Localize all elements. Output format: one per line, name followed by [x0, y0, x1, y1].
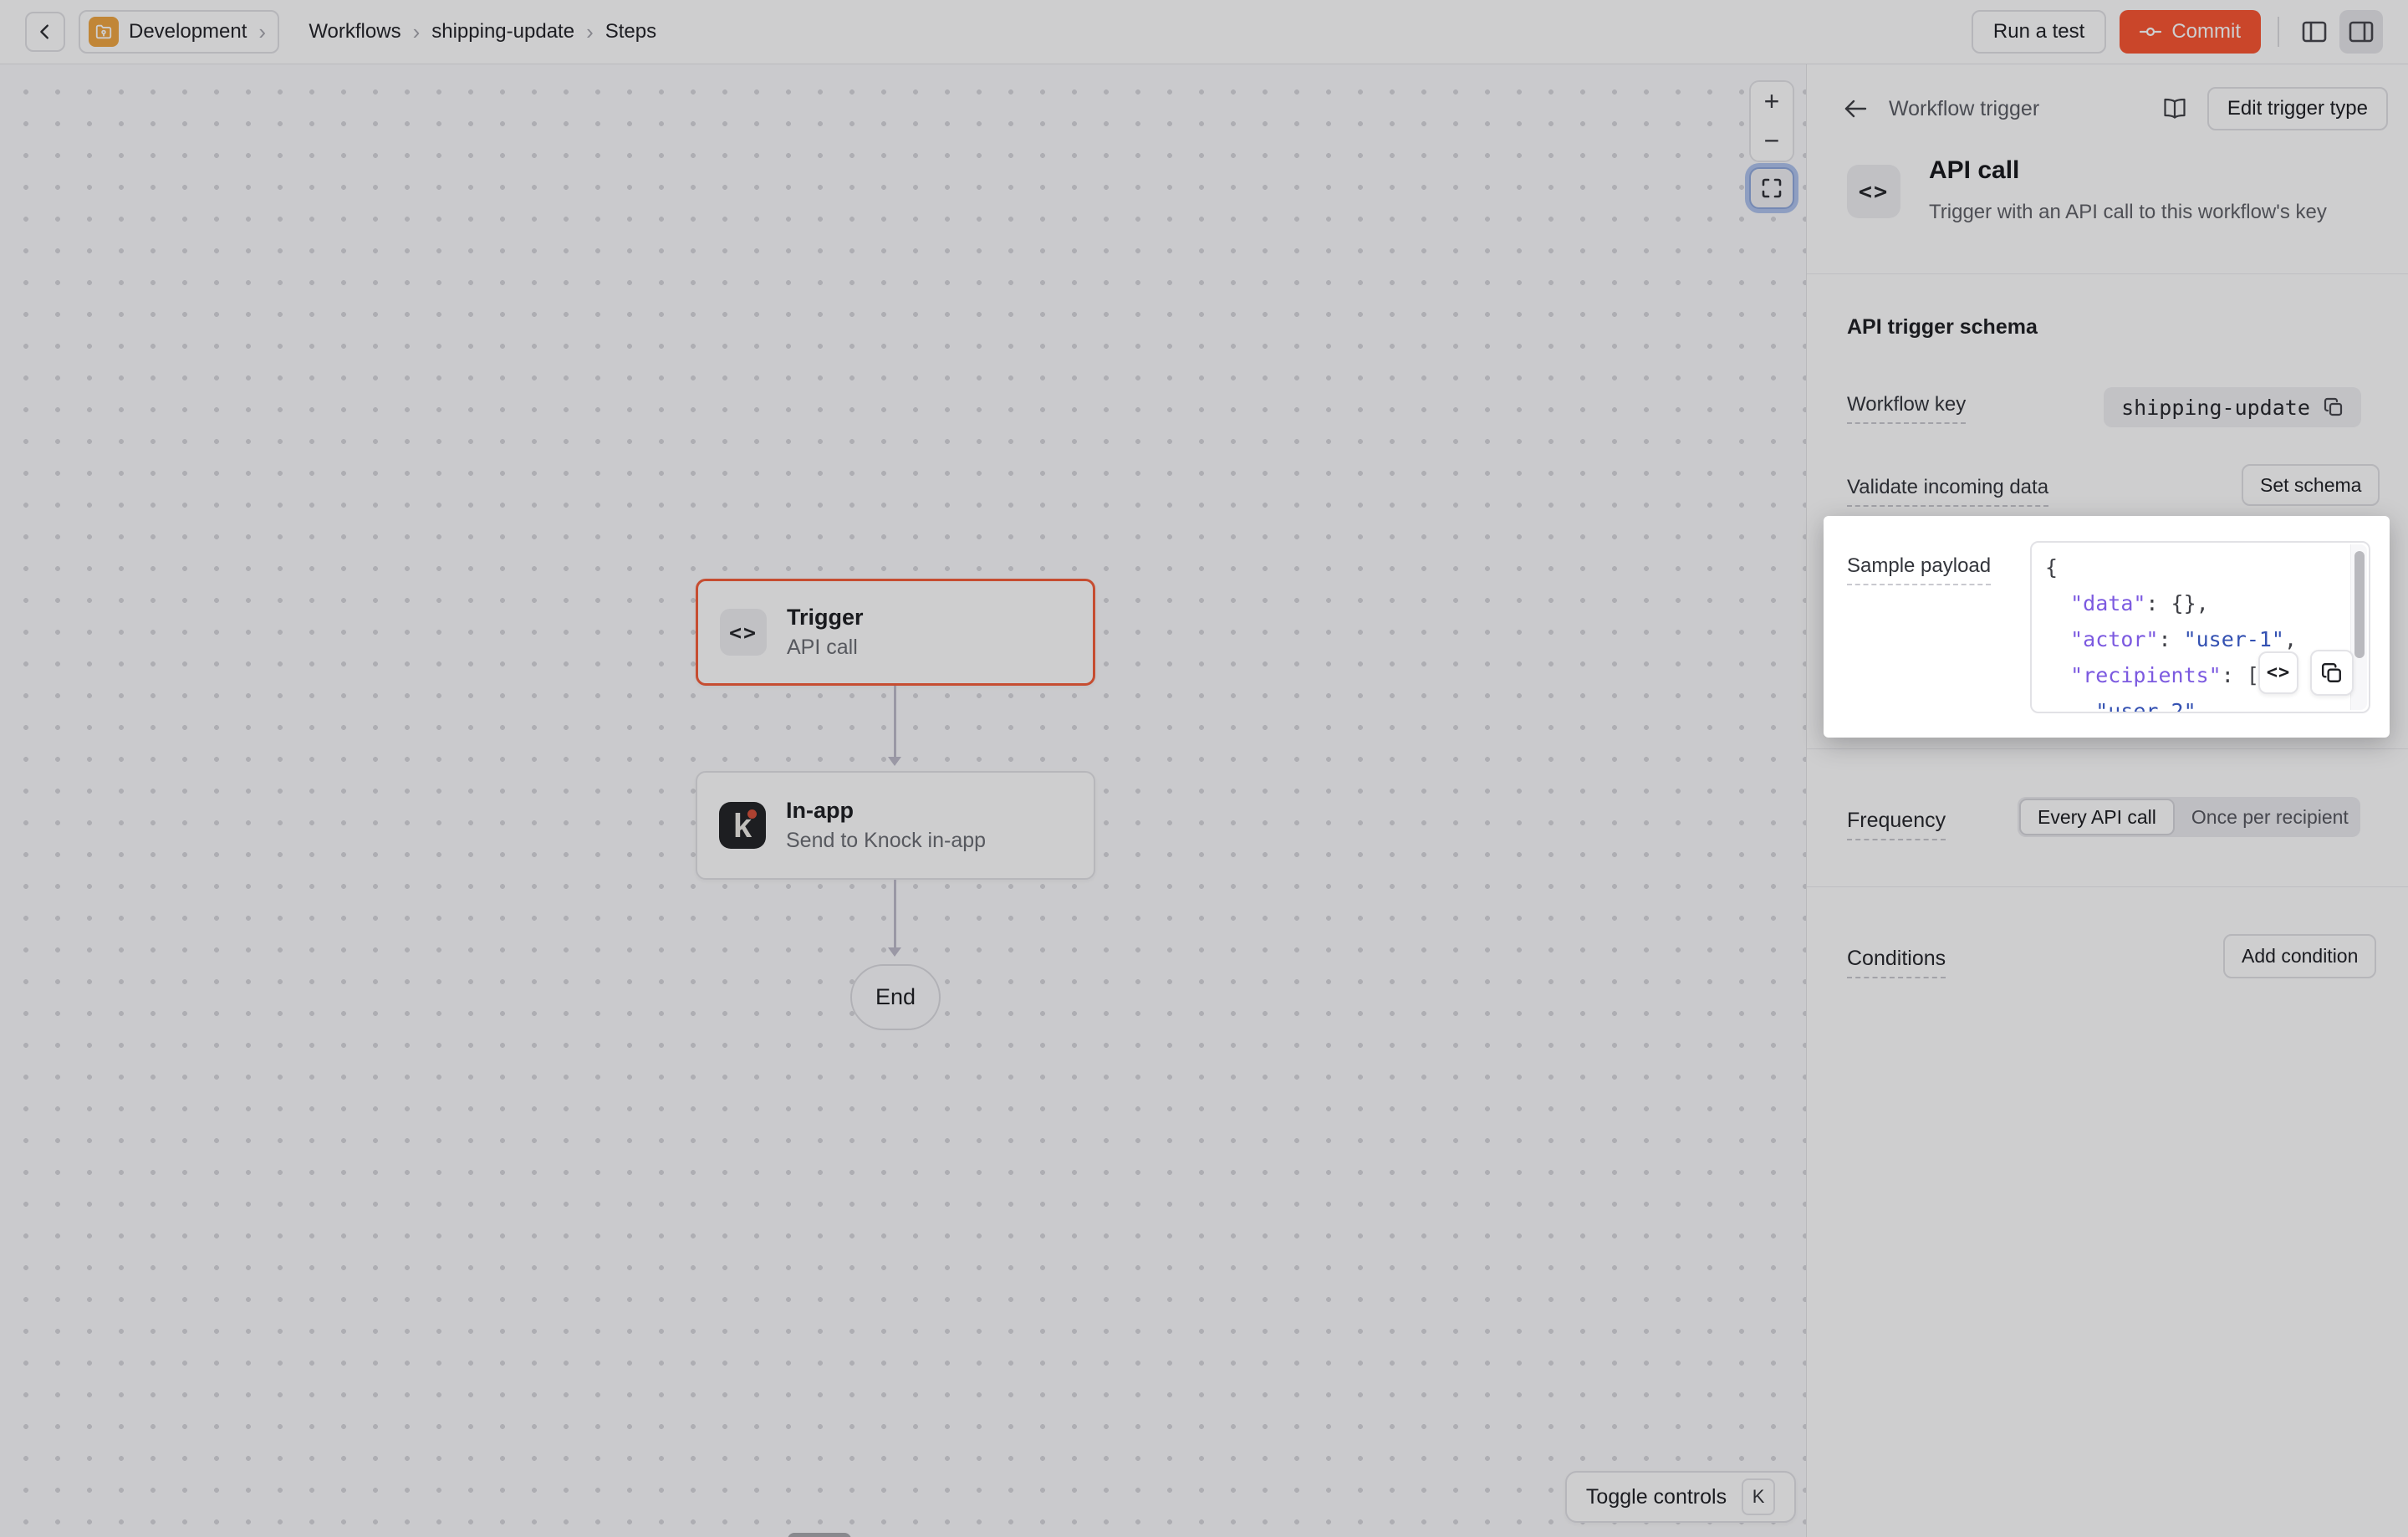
- copy-icon: [2321, 662, 2343, 684]
- edge-arrowhead: [888, 757, 901, 766]
- api-call-icon: <>: [1847, 165, 1900, 218]
- editor-scrollbar-thumb[interactable]: [2354, 551, 2365, 658]
- environment-switcher[interactable]: Development ›: [79, 10, 279, 54]
- workflow-canvas[interactable]: + − <> Trigger API call k In-app: [0, 64, 1806, 1537]
- toggle-right-panel-button[interactable]: [2339, 10, 2383, 54]
- frequency-label: Frequency: [1847, 809, 1946, 840]
- breadcrumb-steps: Steps: [605, 20, 656, 43]
- end-node: End: [850, 964, 941, 1030]
- add-condition-button[interactable]: Add condition: [2223, 934, 2376, 978]
- edit-code-button[interactable]: <>: [2258, 651, 2298, 694]
- panel-left-icon: [2301, 19, 2328, 44]
- fit-view-icon: [1761, 177, 1783, 199]
- conditions-label: Conditions: [1847, 947, 1946, 978]
- arrow-left-icon: [1843, 98, 1868, 120]
- inapp-node-title: In-app: [786, 798, 986, 824]
- knock-logo-icon: k: [719, 802, 766, 849]
- workflow-trigger-panel: Workflow trigger Edit trigger type <> AP…: [1806, 64, 2408, 1537]
- frequency-option-every-api-call[interactable]: Every API call: [2019, 799, 2175, 835]
- panel-header: Workflow trigger Edit trigger type: [1807, 87, 2408, 130]
- commit-button[interactable]: Commit: [2120, 10, 2261, 54]
- validate-incoming-data-label: Validate incoming data: [1847, 476, 2048, 507]
- git-commit-icon: [2140, 24, 2161, 39]
- edge-trigger-to-inapp: [894, 686, 896, 757]
- breadcrumb-workflow-key[interactable]: shipping-update: [431, 20, 574, 43]
- zoom-in-button[interactable]: +: [1751, 82, 1793, 121]
- panel-divider: [1807, 886, 2408, 887]
- fit-view-button[interactable]: [1749, 167, 1794, 209]
- frequency-option-once-per-recipient[interactable]: Once per recipient: [2175, 799, 2365, 835]
- top-bar: Development › . Workflows › shipping-upd…: [0, 0, 2408, 64]
- edge-arrowhead: [888, 947, 901, 957]
- trigger-node[interactable]: <> Trigger API call: [696, 579, 1095, 686]
- keyboard-shortcut-badge: K: [1742, 1478, 1775, 1515]
- panel-divider: [1807, 748, 2408, 749]
- panel-back-button[interactable]: [1840, 94, 1870, 124]
- inapp-node-text: In-app Send to Knock in-app: [786, 798, 986, 853]
- zoom-out-button[interactable]: −: [1751, 121, 1793, 161]
- breadcrumb-separator: ›: [586, 19, 594, 45]
- workflow-key-label: Workflow key: [1847, 393, 1966, 424]
- partially-visible-toolbar: [788, 1533, 851, 1537]
- chevron-left-icon: [36, 23, 54, 41]
- panel-right-icon: [2348, 19, 2375, 44]
- edit-trigger-type-button[interactable]: Edit trigger type: [2207, 87, 2388, 130]
- toggle-controls-label: Toggle controls: [1586, 1485, 1727, 1509]
- docs-book-icon[interactable]: [2162, 97, 2187, 120]
- run-a-test-button[interactable]: Run a test: [1972, 10, 2106, 54]
- commit-button-label: Commit: [2171, 20, 2241, 43]
- knock-logo-dot: [747, 809, 757, 819]
- environment-name: Development: [129, 20, 247, 43]
- topbar-divider: [2278, 17, 2279, 47]
- trigger-type-description: Trigger with an API call to this workflo…: [1929, 201, 2327, 224]
- set-schema-button[interactable]: Set schema: [2242, 464, 2380, 506]
- canvas-zoom-controls: + −: [1749, 80, 1794, 209]
- panel-divider: [1807, 273, 2408, 274]
- inapp-node-subtitle: Send to Knock in-app: [786, 829, 986, 853]
- trigger-node-title: Trigger: [787, 605, 864, 631]
- inapp-step-node[interactable]: k In-app Send to Knock in-app: [696, 771, 1095, 880]
- breadcrumb-separator: ›: [413, 19, 421, 45]
- api-call-icon: <>: [720, 609, 767, 656]
- chevron-right-separator: ›: [258, 19, 266, 45]
- sample-payload-label: Sample payload: [1847, 554, 1991, 585]
- environment-folder-icon: [89, 17, 119, 47]
- edge-inapp-to-end: [894, 880, 896, 947]
- trigger-node-text: Trigger API call: [787, 605, 864, 660]
- toggle-controls-button[interactable]: Toggle controls K: [1565, 1471, 1796, 1523]
- trigger-type-title: API call: [1929, 156, 2019, 185]
- zoom-pill: + −: [1749, 80, 1794, 162]
- workflow-key-value: shipping-update: [2121, 396, 2310, 420]
- frequency-segmented-control: Every API call Once per recipient: [2018, 797, 2360, 837]
- toggle-left-panel-button[interactable]: [2296, 13, 2333, 50]
- panel-title: Workflow trigger: [1889, 97, 2039, 121]
- workflow-key-chip: shipping-update: [2104, 387, 2361, 427]
- back-button[interactable]: [25, 12, 65, 52]
- breadcrumb-workflows[interactable]: Workflows: [309, 20, 400, 43]
- trigger-node-subtitle: API call: [787, 636, 864, 660]
- copy-payload-button[interactable]: [2310, 650, 2354, 696]
- copy-icon[interactable]: [2324, 397, 2344, 417]
- api-trigger-schema-heading: API trigger schema: [1847, 315, 2038, 340]
